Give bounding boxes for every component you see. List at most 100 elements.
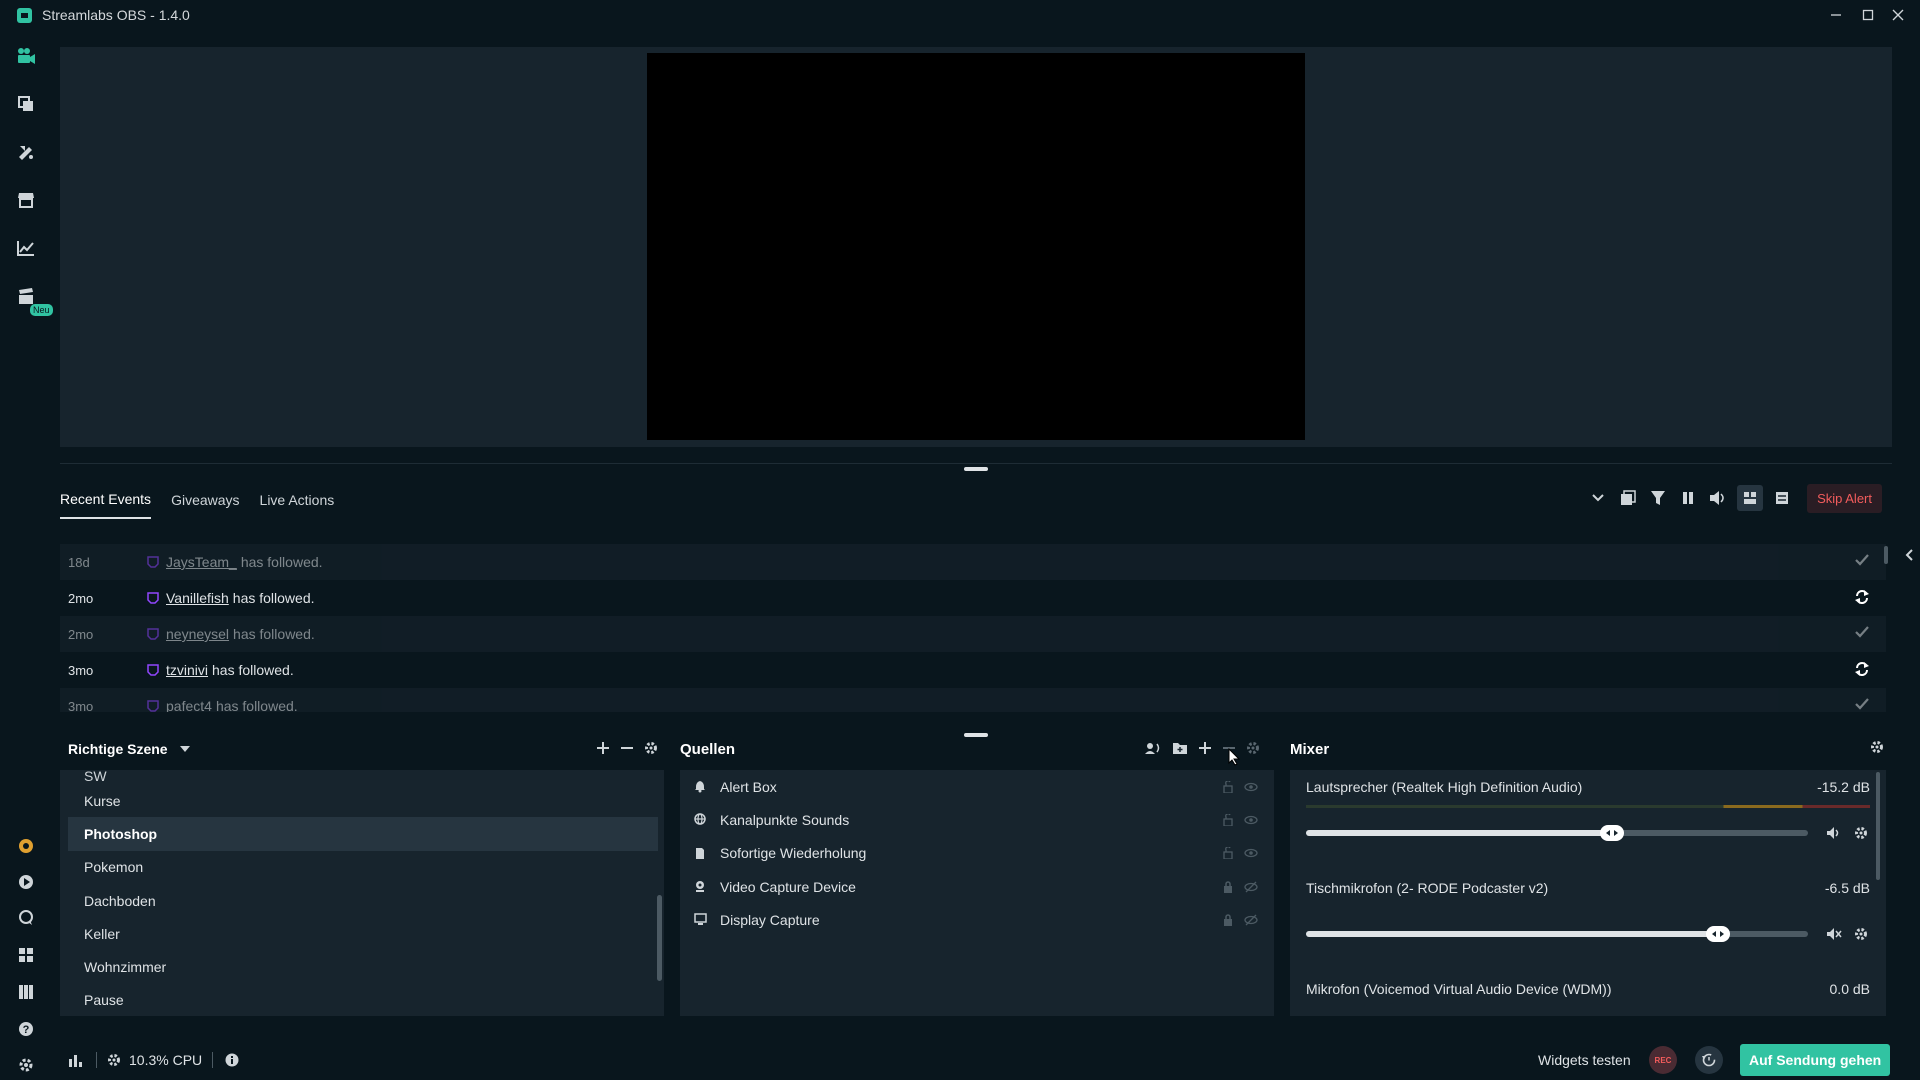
mixer-channels: Lautsprecher (Realtek High Definition Au… <box>1306 770 1870 1016</box>
scene-item[interactable]: Wohnzimmer <box>68 950 658 983</box>
stats-bars-icon[interactable] <box>68 1053 84 1067</box>
docks-resize-handle[interactable] <box>964 733 988 737</box>
editor-tools-icon[interactable] <box>14 140 38 164</box>
tab-recent-events[interactable]: Recent Events <box>60 481 152 519</box>
help-question-icon[interactable]: ? <box>14 1017 38 1041</box>
eye-icon[interactable] <box>1244 781 1258 793</box>
filter-icon[interactable] <box>1647 487 1669 509</box>
chat-bubble-icon[interactable] <box>14 906 38 930</box>
scene-collection-selector[interactable]: Richtige Szene <box>68 741 190 757</box>
layout-grid-icon[interactable] <box>14 943 38 967</box>
source-item[interactable]: Display Capture <box>680 903 1274 936</box>
event-username[interactable]: Vanillefish <box>166 590 229 606</box>
go-live-button[interactable]: Auf Sendung gehen <box>1740 1044 1891 1076</box>
scene-item[interactable]: Kurse <box>68 784 658 817</box>
popout-icon[interactable] <box>1617 487 1639 509</box>
lock-icon[interactable] <box>1222 880 1234 893</box>
event-username[interactable]: neyneysel <box>166 626 229 642</box>
app-store-icon[interactable] <box>14 188 38 212</box>
channel-settings-gear-icon[interactable] <box>1854 927 1868 941</box>
cpu-gear-icon <box>107 1053 121 1067</box>
themes-library-icon[interactable] <box>14 92 38 116</box>
preview-canvas[interactable] <box>647 53 1305 440</box>
channel-settings-gear-icon[interactable] <box>1854 826 1868 840</box>
scene-item[interactable]: Pause <box>68 984 658 1016</box>
app-logo-icon <box>17 7 32 23</box>
scene-item[interactable]: Keller <box>68 917 658 950</box>
scene-item[interactable]: Dachboden <box>68 884 658 917</box>
close-icon[interactable] <box>1882 0 1914 30</box>
add-folder-icon[interactable] <box>1172 740 1188 756</box>
events-scrollbar[interactable] <box>1884 546 1888 564</box>
remove-scene-icon[interactable] <box>620 741 634 755</box>
analytics-chart-icon[interactable] <box>14 236 38 260</box>
check-icon[interactable] <box>1854 553 1870 567</box>
record-button[interactable]: REC <box>1649 1046 1677 1074</box>
mixer-channel-db: 0.0 dB <box>1829 981 1870 997</box>
check-icon[interactable] <box>1854 625 1870 639</box>
unlock-icon[interactable] <box>1222 780 1234 793</box>
chevron-down-icon[interactable] <box>1587 487 1609 509</box>
scene-item-partial[interactable]: SW <box>68 770 658 784</box>
mixer-scrollbar[interactable] <box>1876 772 1880 880</box>
repeat-icon[interactable] <box>1854 661 1870 677</box>
widgets-test-button[interactable]: Widgets testen <box>1538 1052 1631 1068</box>
source-item[interactable]: Video Capture Device <box>680 870 1274 903</box>
mixer-channel-db: -6.5 dB <box>1824 880 1870 896</box>
eye-icon[interactable] <box>1244 814 1258 826</box>
source-mic-icon[interactable] <box>1144 740 1162 756</box>
add-source-icon[interactable] <box>1198 741 1212 755</box>
list-view-icon[interactable] <box>1771 487 1793 509</box>
twitch-icon <box>142 592 164 604</box>
replay-buffer-icon[interactable] <box>1695 1046 1723 1074</box>
volume-slider[interactable] <box>1306 926 1808 942</box>
studio-mode-camera-icon[interactable] <box>14 44 38 68</box>
source-item[interactable]: Alert Box <box>680 770 1274 803</box>
title-bar: Streamlabs OBS - 1.4.0 <box>0 0 1920 30</box>
scene-settings-gear-icon[interactable] <box>644 741 658 755</box>
minimize-icon[interactable] <box>1820 0 1852 30</box>
scene-item[interactable]: Pokemon <box>68 851 658 884</box>
repeat-icon[interactable] <box>1854 589 1870 605</box>
source-item[interactable]: Sofortige Wiederholung <box>680 837 1274 870</box>
settings-gear-icon[interactable] <box>14 1053 38 1077</box>
collapse-sidebar-icon[interactable] <box>1904 548 1914 562</box>
preview-resize-handle[interactable] <box>964 467 988 471</box>
volume-icon[interactable] <box>1707 487 1729 509</box>
volume-slider-handle[interactable] <box>1705 926 1730 942</box>
volume-slider-handle[interactable] <box>1600 825 1625 841</box>
columns-layout-icon[interactable] <box>14 980 38 1004</box>
prime-icon[interactable] <box>14 834 38 858</box>
event-username[interactable]: pafect4 <box>166 698 212 712</box>
tab-live-actions[interactable]: Live Actions <box>260 482 335 518</box>
muted-speaker-icon[interactable] <box>1826 927 1842 941</box>
divider <box>60 463 1892 464</box>
info-icon[interactable] <box>225 1053 239 1067</box>
maximize-icon[interactable] <box>1852 0 1884 30</box>
dashboard-play-icon[interactable] <box>14 870 38 894</box>
source-item[interactable]: Kanalpunkte Sounds <box>680 803 1274 836</box>
speaker-icon[interactable] <box>1826 826 1842 840</box>
event-username[interactable]: tzvinivi <box>166 662 208 678</box>
eye-off-icon[interactable] <box>1244 881 1258 893</box>
add-scene-icon[interactable] <box>596 741 610 755</box>
eye-off-icon[interactable] <box>1244 914 1258 926</box>
unlock-icon[interactable] <box>1222 847 1234 860</box>
pause-icon[interactable] <box>1677 487 1699 509</box>
event-username[interactable]: JaysTeam_ <box>166 554 237 570</box>
volume-slider[interactable] <box>1306 825 1808 841</box>
scenes-scrollbar[interactable] <box>657 895 662 981</box>
scene-item[interactable]: Photoshop <box>68 817 658 851</box>
skip-alert-button[interactable]: Skip Alert <box>1807 483 1882 513</box>
unlock-icon[interactable] <box>1222 813 1234 826</box>
mixer-settings-gear-icon[interactable] <box>1870 740 1884 754</box>
event-text: has followed. <box>240 554 323 570</box>
source-settings-gear-icon[interactable] <box>1246 741 1260 755</box>
tab-giveaways[interactable]: Giveaways <box>171 482 239 518</box>
check-icon[interactable] <box>1854 697 1870 711</box>
globe-icon <box>680 813 720 826</box>
eye-icon[interactable] <box>1244 847 1258 859</box>
lock-icon[interactable] <box>1222 914 1234 926</box>
compact-view-icon[interactable] <box>1737 485 1764 511</box>
volume-meter <box>1306 805 1870 808</box>
